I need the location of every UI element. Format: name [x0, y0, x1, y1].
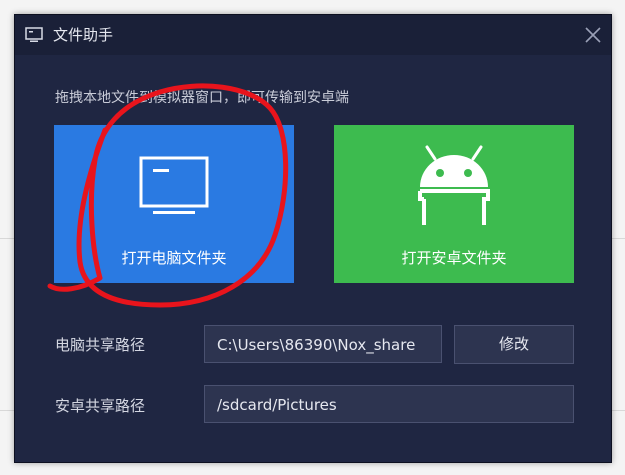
- pc-share-path-label: 电脑共享路径: [55, 336, 146, 354]
- android-icon: [418, 145, 490, 225]
- file-assistant-dialog: 文件助手 拖拽本地文件到模拟器窗口，即可传输到安卓端 打开电脑文件夹 打开安卓文…: [14, 14, 612, 463]
- open-android-folder-label: 打开安卓文件夹: [401, 249, 507, 267]
- open-pc-folder-button[interactable]: 打开电脑文件夹: [54, 125, 294, 283]
- open-android-folder-button[interactable]: 打开安卓文件夹: [334, 125, 574, 283]
- monitor-icon: [25, 27, 43, 42]
- pc-share-path-field[interactable]: C:\Users\86390\Nox_share: [204, 325, 442, 363]
- monitor-icon: [139, 156, 209, 214]
- android-share-path-field[interactable]: /sdcard/Pictures: [204, 385, 574, 423]
- title-bar[interactable]: 文件助手: [15, 15, 611, 55]
- open-pc-folder-label: 打开电脑文件夹: [121, 249, 227, 267]
- modify-path-button[interactable]: 修改: [454, 325, 574, 364]
- android-share-path-label: 安卓共享路径: [55, 397, 146, 415]
- drag-hint-text: 拖拽本地文件到模拟器窗口，即可传输到安卓端: [55, 90, 349, 106]
- close-icon[interactable]: [581, 23, 605, 47]
- window-title: 文件助手: [53, 26, 114, 44]
